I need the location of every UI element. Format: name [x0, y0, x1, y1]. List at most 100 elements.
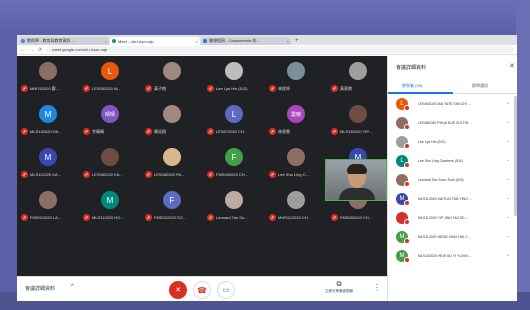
hangup-button[interactable]: ☎ [193, 281, 211, 299]
participant-tile[interactable]: M MLS142020 HA... [17, 103, 79, 141]
participant-tile[interactable]: LES082020 PA... [141, 146, 203, 184]
member-row[interactable]: Leonard Tan Soon Tock (5J3) ⌄ [388, 172, 517, 190]
tab-favicon-icon [112, 39, 116, 43]
participant-avatar [349, 62, 367, 80]
participant-tile[interactable]: MLS162020 YIP... [327, 103, 389, 141]
member-menu-icon[interactable]: ⌄ [506, 195, 510, 201]
meet-controls-bar: 會議詳細資料 ^ ✕ ☎ ▭ ⧉ 立即分享畫面簡報 ⋮ [17, 276, 387, 301]
member-row[interactable]: M MLS112020 HENG XING HUI C... ⌄ [388, 229, 517, 247]
mic-off-icon [269, 171, 276, 178]
browser-tab[interactable]: Meet - ufu-hxyn-vqb × [110, 37, 200, 45]
participant-avatar [225, 62, 243, 80]
participant-avatar: M [39, 105, 57, 123]
member-name: MLS112020 YIP JING HUI 5D ... [418, 216, 469, 220]
member-menu-icon[interactable]: ⌄ [506, 233, 510, 239]
browser-window: 教與學 - 教育局教育資訊 … × Meet - ufu-hxyn-vqb × 聯想相冊… [17, 35, 517, 301]
mic-off-icon [404, 181, 410, 187]
back-icon[interactable]: ← [20, 47, 25, 53]
tab-people[interactable]: 參與者 (39) [402, 83, 422, 89]
member-menu-icon[interactable]: ⌄ [506, 119, 510, 125]
tab-label: 教與學 - 教育局教育資訊 … [27, 38, 76, 43]
participant-name: Lee Lye Hin (5J2) [216, 86, 248, 91]
tab-close-icon[interactable]: × [287, 39, 289, 44]
details-panel: 會議詳細資料 ✕ 參與者 (39) 即時通訊 L LES062020 IAN TA… [387, 56, 517, 301]
panel-scrollbar[interactable] [514, 96, 517, 216]
member-row[interactable]: MLS112020 YIP JING HUI 5D ... ⌄ [388, 210, 517, 228]
participant-tile[interactable]: 雲曉 林晉雲 [265, 103, 327, 141]
mic-off-icon [404, 124, 410, 130]
url-field[interactable]: meet.google.com/ufu-hxyn-vqb [46, 46, 514, 53]
participant-avatar [287, 62, 305, 80]
member-menu-icon[interactable]: ⌄ [506, 214, 510, 220]
participant-tile[interactable]: 黃子朗 [141, 60, 203, 98]
video-hair [347, 164, 367, 174]
browser-tab[interactable]: 教與學 - 教育局教育資訊 … × [19, 37, 109, 45]
chevron-up-icon[interactable]: ^ [71, 284, 74, 290]
reload-icon[interactable]: ⟳ [38, 47, 42, 53]
member-name: LES082020 PHUA KUE ZHI TIN ... [418, 121, 473, 125]
member-menu-icon[interactable]: ⌄ [506, 252, 510, 258]
participant-tile[interactable]: Lee Lye Hin (5J2) [203, 60, 265, 98]
participant-tile[interactable]: MWS112020 CH... [265, 189, 327, 227]
camera-button[interactable]: ▭ [217, 281, 235, 299]
tab-favicon-icon [203, 39, 207, 43]
participant-tile[interactable]: L LES672020 CH... [203, 103, 265, 141]
panel-tabs: 參與者 (39) 即時通訊 [388, 80, 517, 94]
participant-tile[interactable]: 陳浩翔 [141, 103, 203, 141]
mic-off-button[interactable]: ✕ [169, 281, 187, 299]
active-tab-indicator [388, 92, 453, 94]
mic-off-icon [331, 85, 338, 92]
present-button[interactable]: ⧉ 立即分享畫面簡報 [319, 281, 359, 294]
meeting-details-button[interactable]: 會議詳細資料 [25, 285, 55, 292]
new-tab-button[interactable]: + [295, 37, 299, 45]
participant-name: LES082020 KA... [92, 172, 123, 177]
member-menu-icon[interactable]: ⌄ [506, 157, 510, 163]
participant-name: Leonard Tan So... [216, 215, 248, 220]
participant-avatar: 晴晴 [101, 105, 119, 123]
close-icon[interactable]: ✕ [509, 62, 515, 70]
participant-name: MNI762020 鄭... [30, 86, 60, 91]
member-row[interactable]: M MLS142020 HEW SU YI YUXIN ... ⌄ [388, 248, 517, 266]
tab-favicon-icon [21, 39, 25, 43]
participant-tile[interactable]: F FMS052020 CH... [203, 146, 265, 184]
mic-off-icon [207, 171, 214, 178]
participant-avatar [225, 191, 243, 209]
participant-tile[interactable]: Lee Shu Ling C... [265, 146, 327, 184]
participant-avatar [39, 62, 57, 80]
member-row[interactable]: LES082020 PHUA KUE ZHI TIN ... ⌄ [388, 115, 517, 133]
tab-close-icon[interactable]: × [105, 39, 107, 44]
participant-tile[interactable]: 晴晴 余曉晴 [79, 103, 141, 141]
participant-tile[interactable]: M MLS112020 HO... [79, 189, 141, 227]
participant-name: MLS142020 HA... [30, 129, 62, 134]
participant-tile[interactable]: Leonard Tan So... [203, 189, 265, 227]
browser-tab[interactable]: 聯想相冊 - Classwerntie 的… × [201, 37, 291, 45]
member-row[interactable]: L LES062020 IAN TATE SIM CHI ... ⌄ [388, 96, 517, 114]
mic-off-icon [207, 128, 214, 135]
participant-name: FMS022020 SO... [154, 215, 187, 220]
member-menu-icon[interactable]: ⌄ [506, 176, 510, 182]
participant-name: 黃東朗 [340, 86, 352, 91]
mic-off-icon [83, 128, 90, 135]
member-menu-icon[interactable]: ⌄ [506, 100, 510, 106]
forward-icon[interactable]: → [29, 47, 34, 53]
member-menu-icon[interactable]: ⌄ [506, 138, 510, 144]
participant-tile[interactable]: LES082020 KA... [79, 146, 141, 184]
participant-tile[interactable]: F FMS022020 SO... [141, 189, 203, 227]
participant-tile[interactable]: MNI762020 鄭... [17, 60, 79, 98]
member-row[interactable]: L Lee Shu Ling Charlene (5J4) ⌄ [388, 153, 517, 171]
mic-off-icon [331, 128, 338, 135]
tab-chat[interactable]: 即時通訊 [472, 83, 488, 89]
participant-tile[interactable]: M MLS112020 KA... [17, 146, 79, 184]
participant-avatar [101, 148, 119, 166]
tab-label: Meet - ufu-hxyn-vqb [118, 38, 154, 44]
participant-tile[interactable]: 黃東朗 [327, 60, 389, 98]
tab-close-icon[interactable]: × [196, 39, 198, 44]
member-row[interactable]: M MLS112020 KAITLIN TAN YING ... ⌄ [388, 191, 517, 209]
participant-tile[interactable]: L LES062020 IA... [79, 60, 141, 98]
more-options-icon[interactable]: ⋮ [373, 283, 381, 292]
participant-name: FMS022020 LA... [30, 215, 62, 220]
member-row[interactable]: Lee Lye Hin (5J2) ⌄ [388, 134, 517, 152]
participant-tile[interactable]: 林旼妤 [265, 60, 327, 98]
mic-off-icon [269, 214, 276, 221]
participant-tile[interactable]: FMS022020 LA... [17, 189, 79, 227]
